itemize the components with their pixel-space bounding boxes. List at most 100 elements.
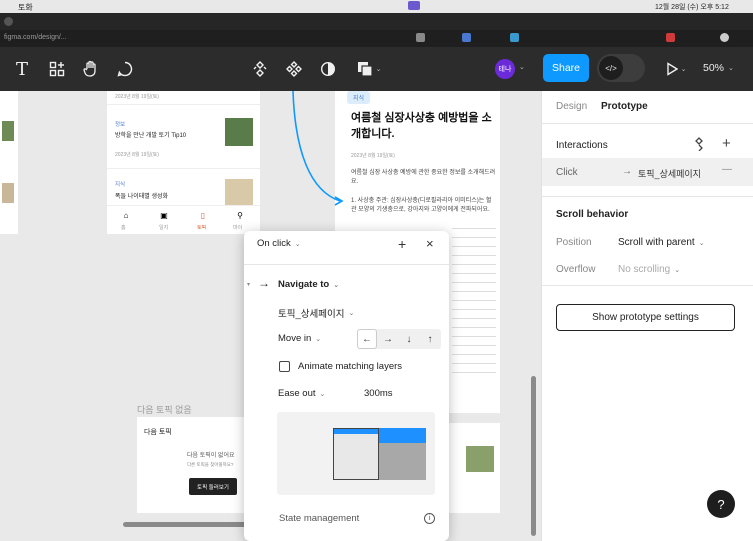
my-icon[interactable]: ⚲ — [233, 211, 247, 220]
interaction-target: 토픽_상세페이지 — [638, 169, 701, 179]
profile-icon[interactable] — [720, 33, 729, 42]
duration-input[interactable]: 300ms — [364, 388, 393, 399]
direction-down-button[interactable]: ↓ — [400, 330, 418, 348]
topic-icon[interactable]: ▯ — [196, 211, 210, 220]
present-button[interactable]: ⌄ — [662, 58, 690, 80]
article-date: 2023년 8월 19일(토) — [351, 153, 395, 159]
browse-topics-button[interactable]: 토픽 둘러보기 — [189, 478, 237, 495]
chevron-down-icon: ⌄ — [674, 266, 681, 274]
text-tool-icon[interactable]: T — [11, 58, 33, 80]
interaction-row[interactable]: Click → 토픽_상세페이지 — — [542, 158, 753, 186]
chevron-down-icon: ⌄ — [315, 335, 322, 343]
empty-subtext: 다른 토픽을 찾아볼까요? — [187, 462, 234, 467]
animation-select[interactable]: Move in ⌄ — [278, 333, 321, 344]
chevron-down-icon[interactable]: ⌄ — [376, 65, 382, 73]
move-component-icon[interactable] — [283, 58, 305, 80]
state-management-label: State management — [279, 513, 360, 524]
back-icon[interactable] — [4, 17, 13, 26]
direction-up-button[interactable]: ↑ — [421, 330, 439, 348]
home-icon[interactable]: ⌂ — [119, 211, 133, 220]
chevron-down-icon[interactable]: ⌄ — [519, 63, 525, 71]
trigger-select[interactable]: On click ⌄ — [257, 238, 301, 249]
hand-tool-icon[interactable] — [80, 58, 102, 80]
direction-left-button[interactable]: ← — [358, 330, 376, 348]
interaction-details-popup: On click ⌄ + × ▾ → Navigate to ⌄ 토픽_상세페이… — [244, 231, 449, 541]
info-icon[interactable]: i — [424, 513, 435, 524]
help-button[interactable]: ? — [707, 490, 735, 518]
thumbnail-image — [2, 121, 14, 141]
chevron-down-icon: ⌄ — [348, 310, 355, 317]
position-select[interactable]: Scroll with parent ⌄ — [618, 237, 705, 248]
animate-matching-checkbox[interactable] — [279, 361, 290, 372]
navigate-arrow-icon: → — [258, 276, 270, 290]
bottom-nav: ⌂ 홈 ▣ 일지 ▯ 토픽 ⚲ 마이 — [107, 205, 260, 234]
menubar-clock[interactable]: 12월 28일 (수) 오후 5:12 — [655, 2, 729, 12]
menubar-app-name[interactable]: 토화 — [18, 2, 33, 13]
chevron-down-icon: ⌄ — [680, 66, 687, 73]
chevron-down-icon: ⌄ — [698, 239, 705, 247]
avatar[interactable]: 테나 — [495, 59, 515, 79]
extension-icon[interactable] — [510, 33, 519, 42]
preview-frame-next — [379, 428, 426, 480]
thumbnail-image — [2, 183, 14, 203]
animation-value: Move in — [278, 333, 312, 344]
destination-select[interactable]: 토픽_상세페이지 ⌄ — [278, 306, 354, 320]
position-label: Position — [556, 237, 592, 248]
frame-partial-left[interactable] — [0, 91, 18, 234]
item-title[interactable]: 폭들 나이태별 생성화 — [115, 191, 168, 200]
frame-tool-icon[interactable] — [46, 58, 68, 80]
url-text[interactable]: figma.com/design/... — [4, 34, 67, 41]
easing-select[interactable]: Ease out ⌄ — [278, 388, 325, 399]
action-value: Navigate to — [278, 279, 330, 290]
journal-icon[interactable]: ▣ — [157, 211, 171, 220]
overflow-select[interactable]: No scrolling ⌄ — [618, 264, 680, 275]
component-tool-icon[interactable] — [249, 58, 271, 80]
thumbnail-image — [466, 446, 494, 472]
overflow-label: Overflow — [556, 264, 596, 275]
overflow-value: No scrolling — [618, 264, 671, 275]
extension-icon[interactable] — [462, 33, 471, 42]
animation-preview — [277, 412, 435, 495]
remove-interaction-icon[interactable]: — — [722, 164, 732, 175]
horizontal-scrollbar[interactable] — [123, 522, 263, 527]
collapse-caret-icon[interactable]: ▾ — [247, 281, 250, 288]
item-title[interactable]: 방학을 만난 개발 토기 Tip10 — [115, 130, 186, 139]
contrast-icon[interactable] — [317, 58, 339, 80]
frame-partial-right[interactable] — [449, 423, 500, 513]
frame-topic-list[interactable]: 2023년 8월 19일(토) 정보 방학을 만난 개발 토기 Tip10 20… — [107, 91, 260, 234]
add-interaction-icon[interactable]: + — [722, 135, 731, 152]
extension-icon[interactable] — [416, 33, 425, 42]
zoom-control[interactable]: 50% ⌄ — [703, 62, 734, 74]
direction-right-button[interactable]: → — [379, 330, 397, 348]
section-label[interactable]: 다음 토픽 없음 — [137, 403, 192, 416]
trigger-value: On click — [257, 238, 291, 249]
vertical-scrollbar[interactable] — [531, 376, 536, 536]
chevron-down-icon: ⌄ — [333, 281, 340, 289]
zoom-value: 50% — [703, 62, 725, 74]
empty-card-title: 다음 토픽 — [144, 429, 172, 436]
share-button[interactable]: Share — [543, 54, 589, 82]
dev-mode-toggle[interactable]: </> — [597, 54, 645, 82]
chevron-down-icon: ⌄ — [294, 240, 301, 248]
show-prototype-settings-button[interactable]: Show prototype settings — [556, 304, 735, 331]
flow-icon[interactable] — [692, 137, 706, 154]
frame-empty-topic[interactable]: 다음 토픽 다음 토픽이 없어요 다른 토픽을 찾아볼까요? 토픽 둘러보기 — [137, 417, 244, 513]
action-select[interactable]: Navigate to ⌄ — [278, 279, 339, 290]
boolean-group-icon[interactable]: ⌄ — [354, 58, 384, 80]
extension-icon[interactable] — [666, 33, 675, 42]
article-body-text — [452, 224, 496, 374]
comment-tool-icon[interactable] — [114, 58, 136, 80]
article-item: 1. 사상충 주관: 심장사상충(디로필라리아 이미티스)는 혈관 모양의 기생… — [351, 198, 492, 213]
empty-text: 다음 토픽이 없어요 — [187, 453, 235, 459]
article-title: 여름철 심장사상충 예방법을 소개합니다. — [351, 112, 492, 140]
nav-label: 일지 — [159, 225, 169, 231]
close-icon[interactable]: × — [426, 236, 434, 251]
code-icon: </> — [599, 56, 623, 80]
tab-prototype[interactable]: Prototype — [601, 101, 648, 112]
add-action-icon[interactable]: + — [398, 236, 406, 252]
prototype-connector[interactable] — [290, 91, 350, 211]
url-bar[interactable]: figma.com/design/... — [0, 30, 753, 47]
screen-record-icon[interactable] — [408, 1, 420, 10]
article-intro: 여름철 심장 사상충 예방에 관한 중요한 정보를 소개해드려요. — [351, 170, 496, 185]
tab-design[interactable]: Design — [556, 101, 587, 112]
